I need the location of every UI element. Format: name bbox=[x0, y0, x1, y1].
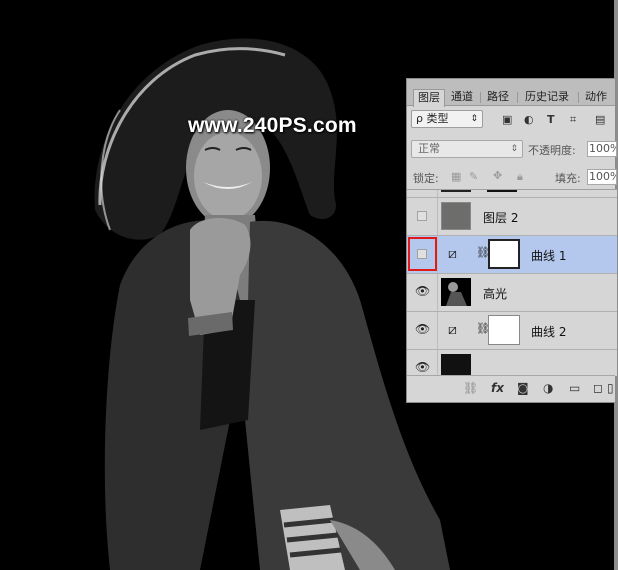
layer-row-highlight[interactable]: 👁︎ 高光 bbox=[407, 274, 617, 312]
curves-adjustment-icon: ⧄ bbox=[448, 322, 457, 338]
new-layer-icon[interactable]: ◻ bbox=[593, 381, 603, 395]
opacity-field[interactable]: 100% bbox=[587, 141, 617, 157]
layer-row[interactable] bbox=[407, 190, 617, 198]
layer-thumbnail bbox=[441, 202, 471, 230]
lock-paint-icon[interactable]: ✎ bbox=[469, 170, 478, 183]
filter-kind-label: ρ 类型 bbox=[416, 112, 449, 125]
highlight-box bbox=[408, 237, 437, 271]
layer-name[interactable]: 高光 bbox=[483, 285, 507, 302]
fill-field[interactable]: 100% bbox=[587, 169, 617, 185]
layer-row-curves2[interactable]: 👁︎ ⧄ ⛓ 曲线 2 bbox=[407, 312, 617, 350]
layers-list[interactable]: 图层 2 ⧄ ⛓ 曲线 1 👁︎ 高光 👁︎ ⧄ ⛓ 曲线 2 👁︎ bbox=[407, 189, 617, 376]
smart-object-filter-icon[interactable]: ▤ bbox=[595, 113, 605, 126]
visibility-cell[interactable]: 👁︎ bbox=[407, 274, 438, 311]
tab-history[interactable]: 历史记录 bbox=[520, 89, 574, 105]
adjustment-icon[interactable]: ◑ bbox=[543, 381, 553, 395]
visibility-cell[interactable] bbox=[407, 236, 438, 273]
eye-icon[interactable]: 👁︎ bbox=[415, 322, 430, 336]
opacity-label: 不透明度: bbox=[528, 144, 576, 157]
layer-name[interactable]: 图层 2 bbox=[483, 209, 518, 226]
mask-thumbnail bbox=[488, 239, 520, 269]
tab-separator bbox=[480, 92, 481, 103]
tab-actions[interactable]: 动作 bbox=[581, 89, 611, 105]
watermark-text: www.240PS.com bbox=[188, 114, 357, 137]
tab-paths[interactable]: 路径 bbox=[483, 89, 513, 105]
shape-filter-icon[interactable]: ⌗ bbox=[570, 113, 576, 127]
layer-thumbnail bbox=[441, 354, 471, 376]
thumb-silhouette bbox=[446, 282, 467, 306]
delete-icon[interactable]: ▯ bbox=[607, 381, 614, 395]
layer-thumbnail bbox=[441, 278, 471, 306]
layer-row-curves1[interactable]: ⧄ ⛓ 曲线 1 bbox=[407, 236, 617, 274]
mask-thumbnail bbox=[488, 315, 520, 345]
layer-row[interactable]: 👁︎ bbox=[407, 350, 617, 376]
lock-move-icon[interactable]: ✥ bbox=[493, 169, 502, 182]
blend-mode-select[interactable]: 正常 ⇕ bbox=[411, 140, 523, 158]
visibility-cell[interactable]: 👁︎ bbox=[407, 312, 438, 349]
lock-transparent-icon[interactable]: ▦ bbox=[451, 170, 461, 183]
layer-row-layer2[interactable]: 图层 2 bbox=[407, 198, 617, 236]
lock-label: 锁定: bbox=[413, 172, 439, 185]
link-icon[interactable]: ⛓ bbox=[463, 381, 478, 395]
lock-row: 锁定: ▦ ✎ ✥ 🔒︎ 填充: 100% bbox=[407, 166, 617, 188]
type-filter-icon[interactable]: T bbox=[547, 113, 555, 126]
fill-label: 填充: bbox=[555, 172, 581, 185]
chevron-updown-icon: ⇕ bbox=[470, 114, 478, 124]
curves-adjustment-icon: ⧄ bbox=[448, 246, 457, 262]
image-filter-icon[interactable]: ▣ bbox=[502, 113, 512, 126]
tab-channels[interactable]: 通道 bbox=[447, 89, 477, 105]
filter-row: ρ 类型 ⇕ ▣ ◐ T ⌗ ▤ bbox=[407, 106, 615, 130]
layer-thumbnail bbox=[441, 190, 471, 192]
group-icon[interactable]: ▭ bbox=[569, 381, 580, 395]
visibility-cell[interactable] bbox=[407, 190, 438, 197]
blend-mode-value: 正常 bbox=[418, 142, 440, 155]
layer-name[interactable]: 曲线 1 bbox=[531, 247, 566, 264]
visibility-cell[interactable]: 👁︎ bbox=[407, 350, 438, 376]
layers-panel: 图层 通道 路径 历史记录 动作 ρ 类型 ⇕ ▣ ◐ T ⌗ ▤ 正常 ⇕ 不… bbox=[406, 78, 617, 403]
mask-thumbnail bbox=[487, 190, 517, 192]
tab-separator bbox=[578, 92, 579, 103]
visibility-toggle[interactable] bbox=[417, 211, 427, 221]
mask-icon[interactable]: ◙ bbox=[517, 381, 529, 395]
lock-all-icon[interactable]: 🔒︎ bbox=[517, 170, 523, 184]
adjustment-filter-icon[interactable]: ◐ bbox=[524, 113, 534, 126]
fx-icon[interactable]: fx bbox=[491, 381, 504, 395]
layer-name[interactable]: 曲线 2 bbox=[531, 323, 566, 340]
eye-icon[interactable]: 👁︎ bbox=[415, 360, 430, 374]
tab-separator bbox=[517, 92, 518, 103]
tab-layers[interactable]: 图层 bbox=[413, 89, 445, 107]
visibility-cell[interactable] bbox=[407, 198, 438, 235]
eye-icon[interactable]: 👁︎ bbox=[415, 284, 430, 298]
panel-tab-bar: 图层 通道 路径 历史记录 动作 bbox=[407, 79, 615, 107]
panel-bottom-bar: ⛓ fx ◙ ◑ ▭ ◻ ▯ bbox=[407, 375, 615, 402]
chevron-updown-icon: ⇕ bbox=[510, 144, 518, 154]
blend-row: 正常 ⇕ 不透明度: 100% bbox=[407, 136, 617, 160]
filter-kind-select[interactable]: ρ 类型 ⇕ bbox=[411, 110, 483, 128]
